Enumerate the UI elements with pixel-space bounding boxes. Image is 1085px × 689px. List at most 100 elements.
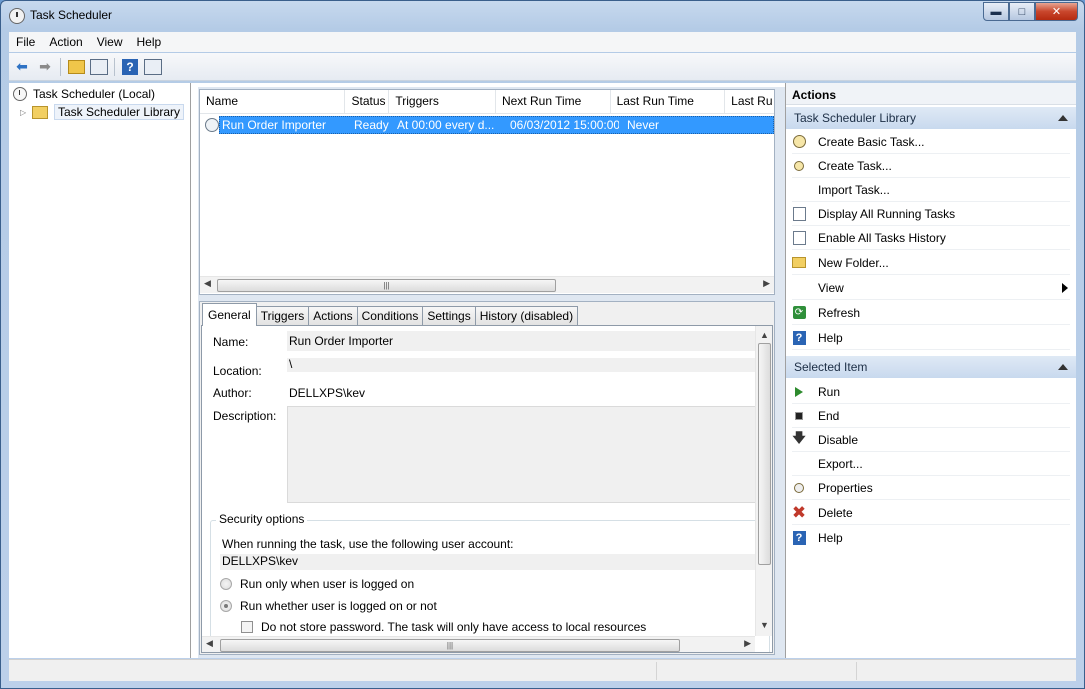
do-not-store-password-checkbox[interactable] — [241, 621, 253, 633]
action-create-basic-task[interactable]: Create Basic Task... — [792, 130, 1070, 154]
action-enable-tasks-history[interactable]: Enable All Tasks History — [792, 226, 1070, 250]
scroll-left-icon[interactable]: ◀ — [204, 278, 211, 289]
expand-arrow-icon[interactable]: ▷ — [20, 108, 30, 117]
maximize-button[interactable]: □ — [1009, 2, 1035, 21]
scroll-down-icon[interactable]: ▼ — [760, 620, 769, 630]
tree-item-root[interactable]: Task Scheduler (Local) — [13, 85, 155, 103]
end-icon — [792, 409, 806, 423]
vertical-scrollbar[interactable]: ▲ ▼ — [755, 326, 772, 636]
column-header-triggers[interactable]: Triggers — [389, 90, 496, 114]
radio-whether-logged-on[interactable] — [220, 600, 232, 612]
menu-action[interactable]: Action — [42, 35, 89, 49]
column-header-next-run[interactable]: Next Run Time — [496, 90, 611, 114]
action-import-task[interactable]: Import Task... — [792, 178, 1070, 202]
submenu-arrow-icon — [1062, 283, 1068, 293]
scrollbar-thumb[interactable]: ||| — [220, 639, 680, 652]
disable-icon: 🡇 — [792, 429, 806, 445]
table-row[interactable]: Run Order Importer Ready At 00:00 every … — [219, 116, 774, 134]
action-help[interactable]: ? Help — [792, 326, 1070, 350]
action-label: Export... — [818, 456, 863, 471]
menu-bar: File Action View Help — [9, 32, 1076, 52]
back-arrow-icon[interactable]: ⬅ — [12, 57, 32, 77]
console-tree: Task Scheduler (Local) ▷ Task Scheduler … — [9, 83, 191, 658]
action-label: End — [818, 408, 840, 423]
action-label: New Folder... — [818, 255, 889, 270]
collapse-caret-icon[interactable] — [1058, 364, 1068, 370]
column-header-status[interactable]: Status — [345, 90, 390, 114]
folder-icon — [32, 105, 48, 119]
name-field[interactable]: Run Order Importer — [287, 331, 755, 351]
column-header-last-run[interactable]: Last Run Time — [611, 90, 726, 114]
minimize-button[interactable]: ▬ — [983, 2, 1009, 21]
menu-help[interactable]: Help — [130, 35, 169, 49]
action-label: Help — [818, 531, 843, 545]
clock-icon — [9, 8, 25, 24]
tab-history[interactable]: History (disabled) — [474, 306, 579, 326]
user-account-field[interactable]: DELLXPS\kev — [220, 554, 757, 570]
show-hide-console-tree-button[interactable] — [89, 57, 109, 77]
scroll-right-icon[interactable]: ▶ — [744, 638, 751, 649]
scrollbar-thumb[interactable] — [758, 343, 771, 565]
action-label: Import Task... — [818, 182, 890, 197]
menu-file[interactable]: File — [9, 35, 42, 49]
help-icon: ? — [792, 531, 806, 545]
toolbar: ⬅ ➡ ? — [9, 53, 1076, 81]
cell-status: Ready — [354, 118, 389, 132]
forward-arrow-icon[interactable]: ➡ — [35, 57, 55, 77]
action-disable[interactable]: 🡇 Disable — [792, 428, 1070, 452]
folder-up-icon — [67, 59, 85, 74]
collapse-caret-icon[interactable] — [1058, 115, 1068, 121]
tab-conditions[interactable]: Conditions — [356, 306, 424, 326]
action-create-task[interactable]: Create Task... — [792, 154, 1070, 178]
action-help-selected[interactable]: ? Help — [792, 526, 1070, 550]
location-label: Location: — [213, 364, 262, 378]
show-hide-action-pane-button[interactable] — [143, 57, 163, 77]
create-task-icon — [792, 159, 806, 173]
action-label: Refresh — [818, 305, 861, 320]
tab-actions[interactable]: Actions — [308, 306, 358, 326]
action-run[interactable]: Run — [792, 380, 1070, 404]
tab-general[interactable]: General — [202, 303, 257, 326]
close-button[interactable]: ✕ — [1035, 2, 1078, 21]
action-display-running-tasks[interactable]: Display All Running Tasks — [792, 202, 1070, 226]
horizontal-scrollbar[interactable]: ◀ ||| ▶ — [202, 636, 755, 652]
help-toolbar-button[interactable]: ? — [120, 57, 140, 77]
action-label: Help — [818, 330, 843, 345]
menu-view[interactable]: View — [90, 35, 130, 49]
status-divider — [656, 662, 657, 680]
tree-item-library[interactable]: ▷ Task Scheduler Library — [20, 103, 185, 121]
properties-icon — [792, 481, 806, 495]
scroll-left-icon[interactable]: ◀ — [206, 638, 213, 649]
action-properties[interactable]: Properties — [792, 476, 1070, 500]
scroll-up-icon[interactable]: ▲ — [760, 330, 769, 340]
action-export[interactable]: Export... — [792, 452, 1070, 476]
action-view[interactable]: View — [792, 276, 1070, 300]
toolbar-separator — [114, 57, 115, 76]
radio-logged-on[interactable] — [220, 578, 232, 590]
scroll-right-icon[interactable]: ▶ — [763, 278, 770, 289]
library-section-header[interactable]: Task Scheduler Library — [786, 107, 1076, 129]
action-label: Delete — [818, 505, 853, 520]
author-label: Author: — [213, 386, 252, 400]
tab-settings[interactable]: Settings — [422, 306, 476, 326]
selected-item-section-header[interactable]: Selected Item — [786, 356, 1076, 378]
do-not-store-password-label: Do not store password. The task will onl… — [261, 620, 647, 634]
action-new-folder[interactable]: New Folder... — [792, 251, 1070, 275]
horizontal-scrollbar[interactable]: ◀ ||| ▶ — [200, 276, 774, 293]
description-field[interactable] — [287, 406, 757, 503]
column-header-name[interactable]: Name — [200, 90, 346, 114]
scrollbar-thumb[interactable]: ||| — [217, 279, 556, 292]
up-folder-button[interactable] — [66, 57, 86, 77]
client-area: Task Scheduler (Local) ▷ Task Scheduler … — [9, 83, 1076, 658]
general-tab-content: Name: Run Order Importer Location: \ Aut… — [201, 325, 773, 653]
create-basic-task-icon — [792, 135, 806, 149]
action-end[interactable]: End — [792, 404, 1070, 428]
column-header-last-result[interactable]: Last Ru — [725, 90, 774, 114]
tab-triggers[interactable]: Triggers — [255, 306, 310, 326]
action-refresh[interactable]: ⟳ Refresh — [792, 301, 1070, 325]
action-label: View — [818, 280, 844, 295]
action-delete[interactable]: ✖ Delete — [792, 501, 1070, 525]
tab-strip: General Triggers Actions Conditions Sett… — [202, 303, 579, 326]
title-bar[interactable]: Task Scheduler ▬ □ ✕ — [1, 1, 1084, 31]
location-field[interactable]: \ — [287, 358, 755, 372]
